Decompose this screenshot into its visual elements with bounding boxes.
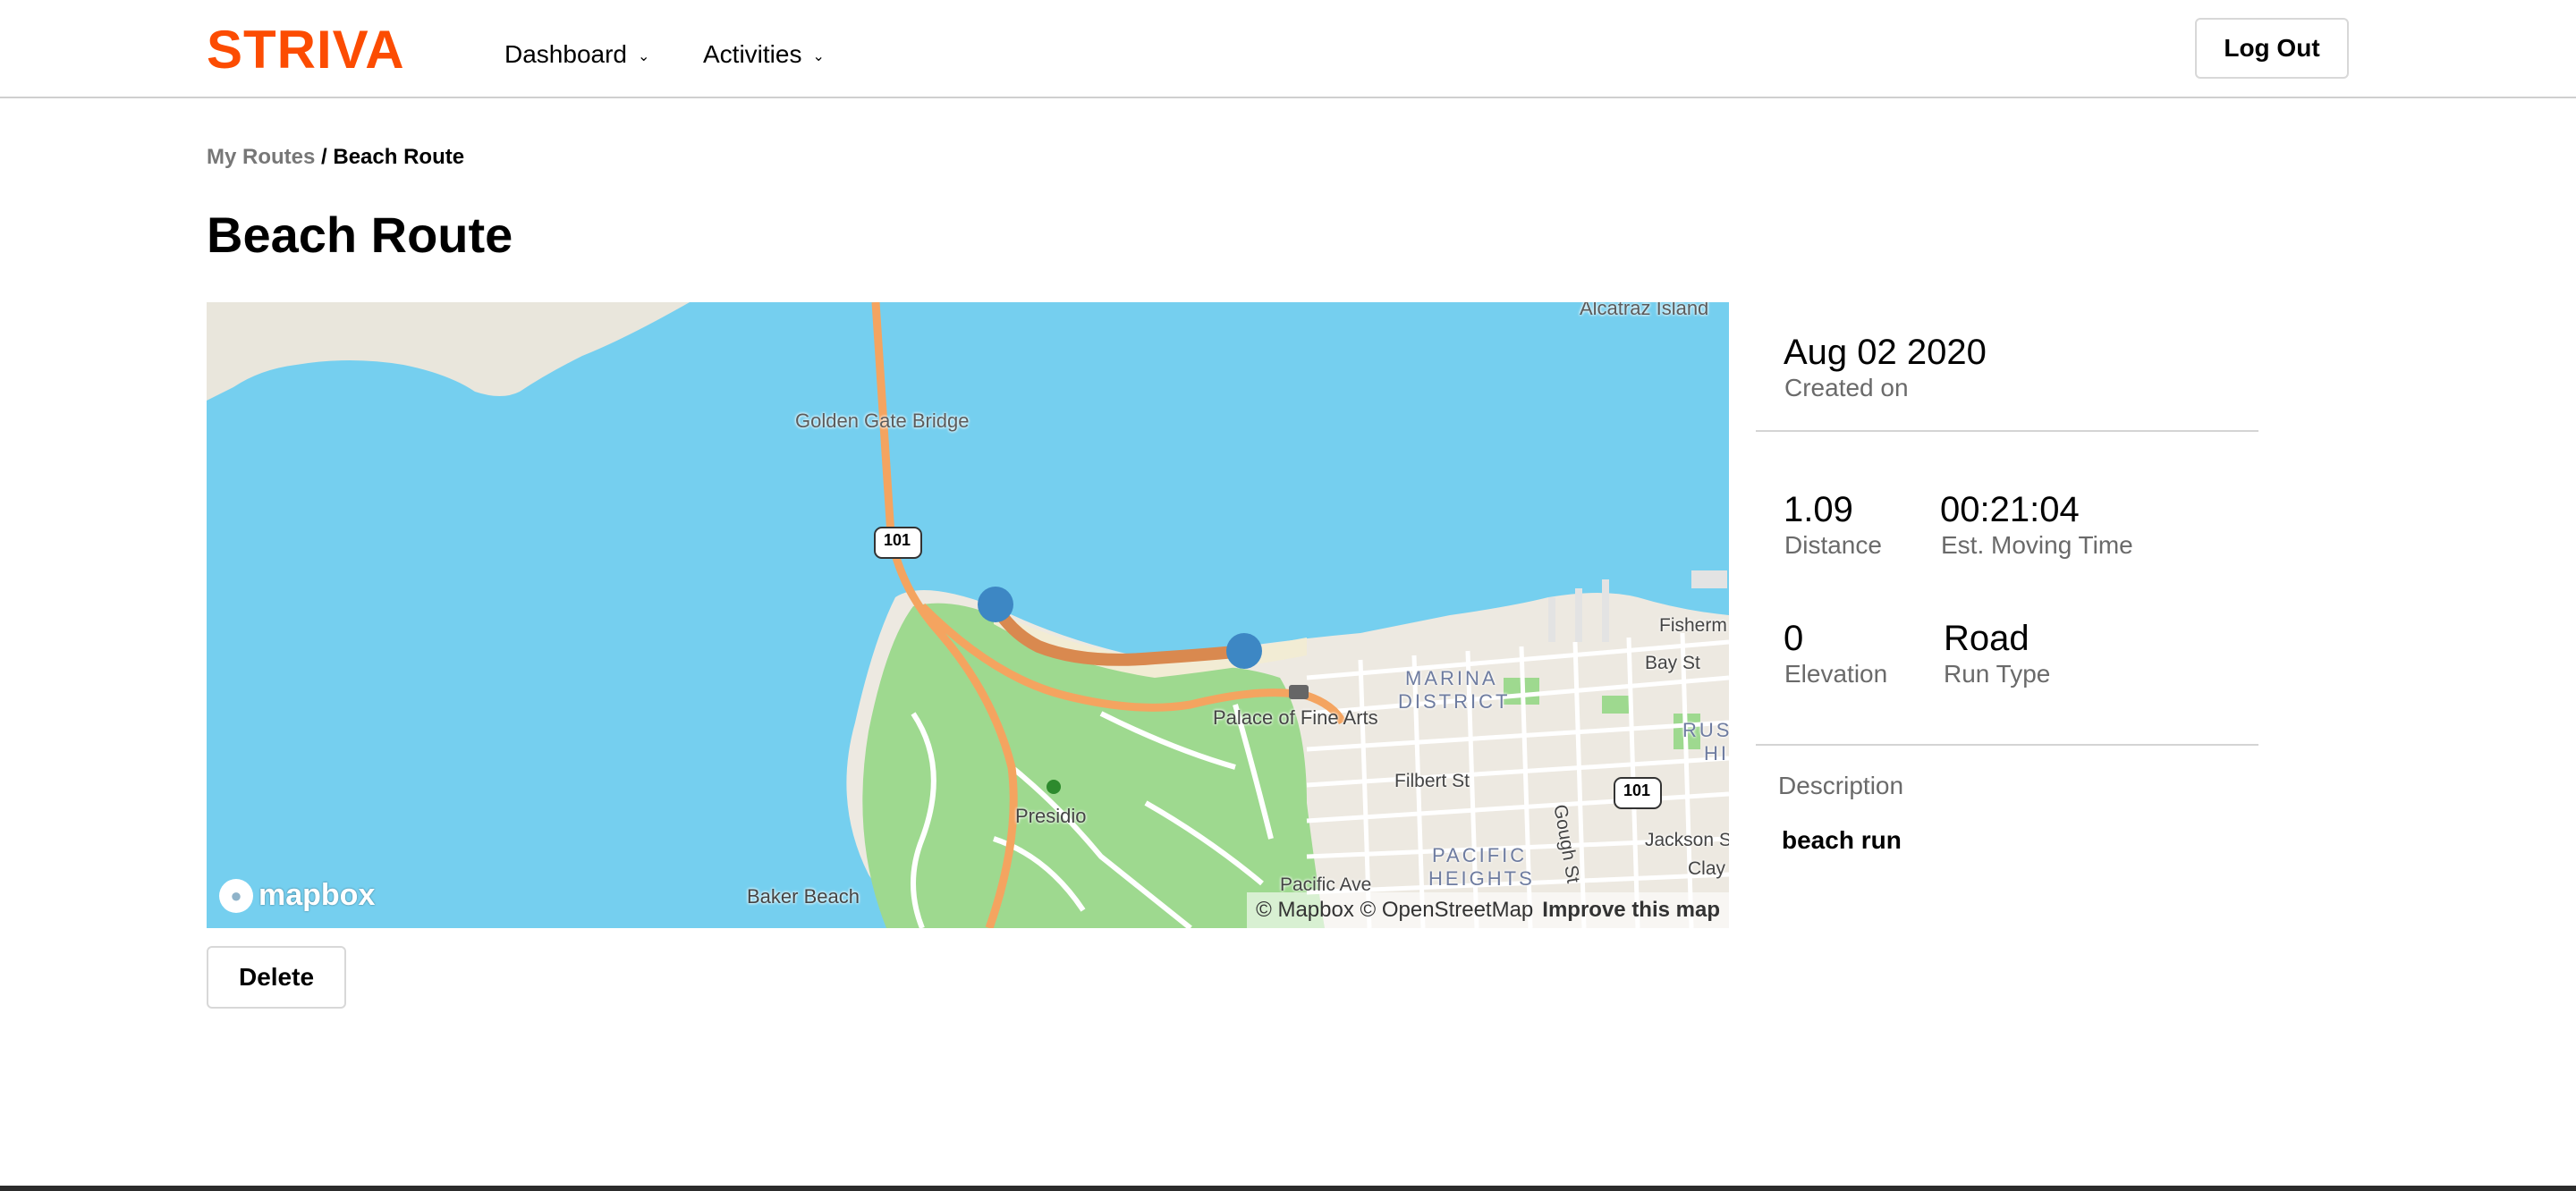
map-label-fishermans: Fisherm [1659,615,1727,636]
bottom-edge [0,1186,2576,1191]
route-map[interactable]: Alcatraz Island Golden Gate Bridge 101 1… [207,302,1729,928]
delete-route-button[interactable]: Delete [207,946,346,1009]
map-label-highway-101-b: 101 [1623,781,1651,799]
camera-icon [1289,685,1309,699]
breadcrumb: My Routes / Beach Route [207,143,464,172]
map-label-russian-2: HI [1704,742,1729,764]
elevation-label: Elevation [1784,660,1888,688]
map-label-pacific-2: HEIGHTS [1428,867,1535,890]
breadcrumb-separator: / [315,145,334,169]
stats-divider-top [1756,430,2258,432]
map-label-alcatraz: Alcatraz Island [1580,302,1709,319]
top-navigation-bar: STRIVA Dashboard ⌄ Activities ⌄ Log Out [0,0,2576,98]
map-label-pacific-1: PACIFIC [1432,844,1528,866]
map-label-clay: Clay [1688,858,1726,879]
breadcrumb-current: Beach Route [333,145,465,169]
route-start-marker[interactable] [978,587,1013,622]
description-text: beach run [1782,826,1902,854]
improve-map-link[interactable]: Improve this map [1542,892,1720,928]
map-label-marina-1: MARINA [1405,667,1498,689]
distance-value: 1.09 [1784,490,1853,529]
mapbox-logo-text: mapbox [258,878,376,912]
nav-dashboard-dropdown[interactable]: Dashboard ⌄ [504,34,649,75]
nav-activities-dropdown[interactable]: Activities ⌄ [703,34,825,75]
map-label-presidio: Presidio [1015,805,1087,827]
map-label-golden-gate: Golden Gate Bridge [795,410,970,432]
nav-activities-label: Activities [703,40,802,68]
created-date-label: Created on [1784,374,1909,401]
run-type-value: Road [1944,619,2029,658]
map-label-filbert-st: Filbert St [1394,771,1470,791]
mapbox-icon: ● [219,878,253,913]
map-label-marina-2: DISTRICT [1398,690,1511,713]
map-attribution: © Mapbox © OpenStreetMap Improve this ma… [1247,892,1729,928]
map-label-bay-st: Bay St [1645,653,1700,673]
map-label-russian-1: RUSS [1682,719,1729,741]
striva-logo[interactable]: STRIVA [207,20,405,80]
moving-time-value: 00:21:04 [1940,490,2080,529]
elevation-value: 0 [1784,619,1804,658]
chevron-down-icon: ⌄ [637,49,650,64]
map-label-jackson-st: Jackson St [1645,830,1729,850]
log-out-button[interactable]: Log Out [2195,18,2349,79]
map-base-layer [207,302,1729,928]
nav-dashboard-label: Dashboard [504,40,627,68]
tree-icon [1046,780,1061,794]
stats-divider-bottom [1756,744,2258,746]
map-label-highway-101-a: 101 [884,531,911,549]
run-type-label: Run Type [1944,660,2051,688]
map-label-baker-beach: Baker Beach [747,885,860,908]
route-end-marker[interactable] [1226,633,1262,669]
map-label-palace-fine-arts: Palace of Fine Arts [1213,706,1378,729]
chevron-down-icon: ⌄ [812,49,825,64]
page-title: Beach Route [207,207,513,263]
moving-time-label: Est. Moving Time [1941,531,2133,559]
created-date-value: Aug 02 2020 [1784,333,1987,372]
attribution-copyright[interactable]: © Mapbox © OpenStreetMap [1256,892,1533,928]
distance-label: Distance [1784,531,1882,559]
description-label: Description [1778,772,1904,799]
breadcrumb-my-routes-link[interactable]: My Routes [207,145,315,169]
mapbox-logo[interactable]: ● mapbox [219,878,375,913]
